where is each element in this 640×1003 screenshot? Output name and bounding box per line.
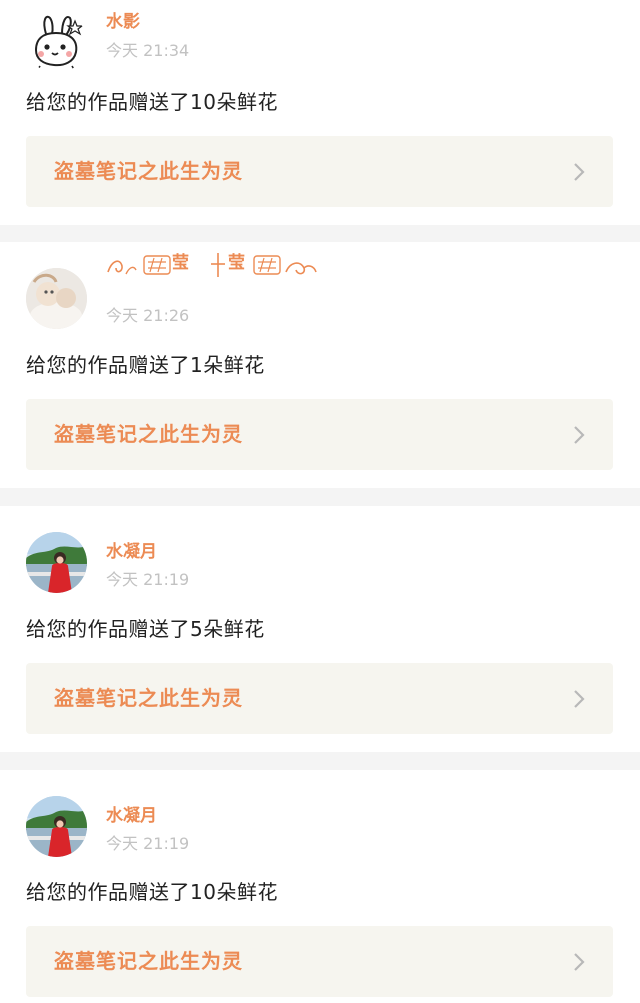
username[interactable]: 水影 [106, 11, 140, 33]
notification-card: 水凝月 今天 21:19 给您的作品赠送了5朵鲜花 盗墓笔记之此生为灵 [0, 506, 640, 752]
chevron-right-icon [574, 690, 585, 708]
work-title: 盗墓笔记之此生为灵 [54, 949, 243, 973]
gift-message: 给您的作品赠送了1朵鲜花 [26, 353, 265, 377]
gift-message: 给您的作品赠送了10朵鲜花 [26, 880, 278, 904]
red-dress-girl-photo-icon [26, 532, 87, 593]
user-avatar[interactable] [26, 12, 87, 73]
ornament-decoration-icon [107, 253, 317, 277]
chevron-right-icon [574, 953, 585, 971]
user-avatar[interactable] [26, 532, 87, 593]
notification-card: 水凝月 今天 21:19 给您的作品赠送了10朵鲜花 盗墓笔记之此生为灵 [0, 770, 640, 1003]
username-part-2: 莹 [228, 253, 245, 273]
timestamp: 今天 21:19 [106, 570, 190, 589]
chevron-right-icon [574, 426, 585, 444]
gift-message: 给您的作品赠送了5朵鲜花 [26, 617, 265, 641]
timestamp: 今天 21:34 [106, 41, 190, 60]
work-link-card[interactable]: 盗墓笔记之此生为灵 [26, 926, 613, 997]
user-avatar[interactable] [26, 268, 87, 329]
notification-card: 水影 今天 21:34 给您的作品赠送了10朵鲜花 盗墓笔记之此生为灵 [0, 0, 640, 225]
cartoon-rabbit-icon [34, 15, 84, 72]
work-link-card[interactable]: 盗墓笔记之此生为灵 [26, 136, 613, 207]
username[interactable]: 水凝月 [106, 541, 157, 563]
work-title: 盗墓笔记之此生为灵 [54, 686, 243, 710]
work-link-card[interactable]: 盗墓笔记之此生为灵 [26, 663, 613, 734]
chevron-right-icon [574, 163, 585, 181]
work-title: 盗墓笔记之此生为灵 [54, 422, 243, 446]
plush-toy-photo-icon [26, 268, 87, 329]
gift-message: 给您的作品赠送了10朵鲜花 [26, 90, 278, 114]
work-link-card[interactable]: 盗墓笔记之此生为灵 [26, 399, 613, 470]
gift-notification-feed: 水影 今天 21:34 给您的作品赠送了10朵鲜花 盗墓笔记之此生为灵 莹 莹 … [0, 0, 640, 1003]
user-avatar[interactable] [26, 796, 87, 857]
notification-card: 莹 莹 今天 21:26 给您的作品赠送了1朵鲜花 盗墓笔记之此生为灵 [0, 242, 640, 488]
decorated-username[interactable]: 莹 莹 [104, 250, 319, 280]
username[interactable]: 水凝月 [106, 805, 157, 827]
work-title: 盗墓笔记之此生为灵 [54, 159, 243, 183]
red-dress-girl-photo-icon [26, 796, 87, 857]
timestamp: 今天 21:26 [106, 306, 190, 325]
timestamp: 今天 21:19 [106, 834, 190, 853]
username-part-1: 莹 [172, 253, 189, 273]
